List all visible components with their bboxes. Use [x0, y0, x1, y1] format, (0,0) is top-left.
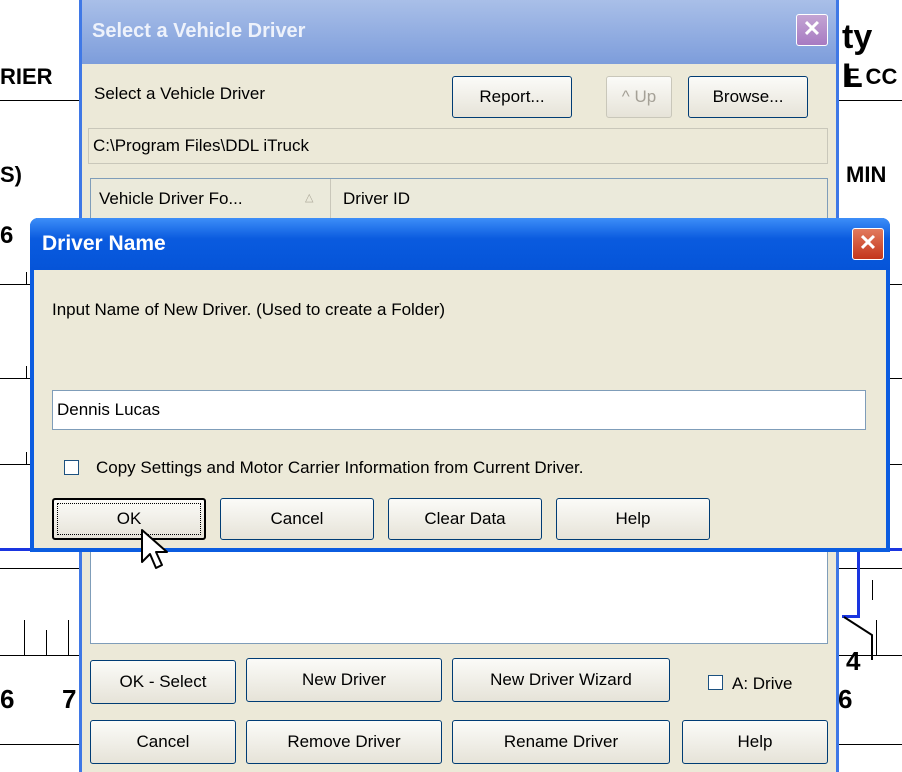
inner-title-bar: Driver Name ✕: [30, 218, 890, 270]
tick: [46, 630, 47, 655]
bg-text-fc: F CC: [846, 64, 898, 89]
tick: [26, 366, 27, 378]
column-header-driver-id[interactable]: Driver ID: [331, 179, 827, 219]
driver-name-input[interactable]: [52, 390, 866, 430]
a-drive-label: A: Drive: [732, 674, 793, 693]
tick: [872, 580, 873, 600]
bg-text-6b: 6: [0, 684, 15, 714]
bg-rule: [838, 568, 902, 569]
new-driver-button[interactable]: New Driver: [246, 658, 442, 702]
close-icon: ✕: [858, 230, 878, 255]
cancel-button[interactable]: Cancel: [90, 720, 236, 764]
ok-select-button[interactable]: OK - Select: [90, 660, 236, 704]
up-button[interactable]: ^ Up: [606, 76, 672, 118]
bg-text-6c: 6: [838, 684, 853, 714]
help-button[interactable]: Help: [682, 720, 828, 764]
close-icon: ✕: [802, 16, 822, 41]
bg-text-7: 7: [62, 684, 77, 714]
tick: [26, 452, 27, 464]
path-field: C:\Program Files\DDL iTruck: [88, 128, 828, 164]
rename-driver-button[interactable]: Rename Driver: [452, 720, 670, 764]
outer-close-button[interactable]: ✕: [796, 14, 828, 46]
bg-rule: [0, 100, 80, 101]
triangle-up-icon: △: [305, 192, 314, 204]
inner-cancel-button[interactable]: Cancel: [220, 498, 374, 540]
inner-close-button[interactable]: ✕: [852, 228, 884, 260]
bg-rule: [0, 655, 80, 656]
clear-data-button[interactable]: Clear Data: [388, 498, 542, 540]
bg-text-carrier: RIER: [0, 64, 53, 89]
graph-diagonal: [843, 616, 873, 660]
copy-settings-checkbox[interactable]: [64, 460, 79, 475]
inner-help-button[interactable]: Help: [556, 498, 710, 540]
column-header-folder-label: Vehicle Driver Fo...: [99, 189, 243, 208]
outer-window-title: Select a Vehicle Driver: [92, 20, 306, 42]
driver-name-dialog: Driver Name ✕ Input Name of New Driver. …: [30, 218, 890, 552]
outer-prompt-label: Select a Vehicle Driver: [94, 84, 266, 103]
remove-driver-button[interactable]: Remove Driver: [246, 720, 442, 764]
bg-rule: [838, 100, 902, 101]
bg-rule: [0, 744, 80, 745]
copy-settings-label: Copy Settings and Motor Carrier Informat…: [96, 458, 584, 477]
a-drive-checkbox[interactable]: [708, 675, 723, 690]
outer-title-bar: Select a Vehicle Driver ✕: [82, 0, 836, 64]
new-driver-wizard-button[interactable]: New Driver Wizard: [452, 658, 670, 702]
driver-name-message: Input Name of New Driver. (Used to creat…: [52, 300, 446, 319]
column-header-driver-id-label: Driver ID: [343, 189, 411, 208]
tick: [24, 620, 25, 655]
bg-text-min: MIN: [846, 162, 887, 187]
ok-button[interactable]: OK: [52, 498, 206, 540]
report-button[interactable]: Report...: [452, 76, 572, 118]
graph-line: [857, 548, 860, 618]
mouse-pointer-icon: [141, 529, 168, 569]
inner-window-title: Driver Name: [42, 232, 166, 255]
bg-rule: [838, 744, 902, 745]
tick: [68, 620, 69, 655]
bg-rule: [0, 568, 80, 569]
column-header-folder[interactable]: Vehicle Driver Fo... △: [91, 179, 331, 219]
bg-text-s: S): [0, 162, 22, 187]
browse-button[interactable]: Browse...: [688, 76, 808, 118]
tick: [26, 272, 27, 284]
bg-text-6a: 6: [0, 222, 14, 249]
